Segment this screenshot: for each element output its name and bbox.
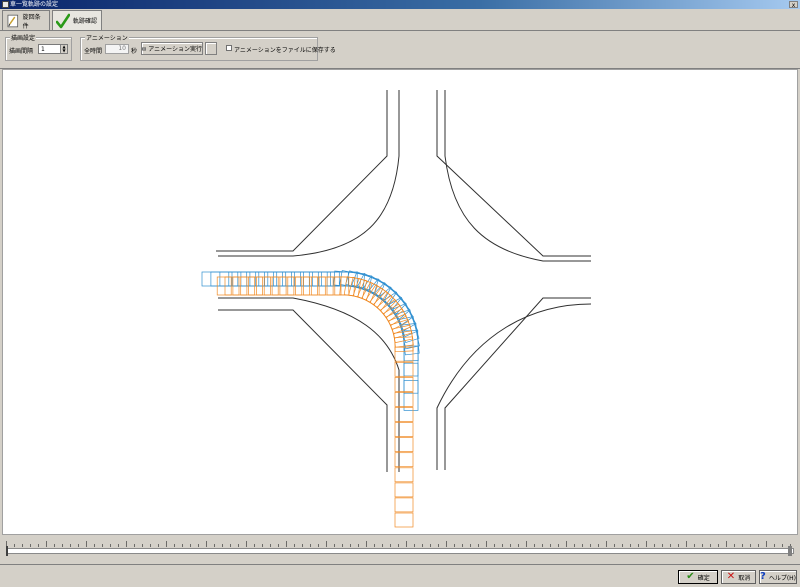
vehicle-footprint <box>237 271 269 287</box>
draw-interval-stepper[interactable]: 1 ▲ ▼ <box>38 44 68 54</box>
run-animation-button[interactable]: アニメーション実行 <box>141 42 203 55</box>
timeline-slider-track[interactable] <box>6 548 794 554</box>
checkmark-icon: ✔ <box>686 571 695 582</box>
tab-bar: 旋回条件 軌跡確認 <box>0 9 800 31</box>
draw-interval-label: 描画間隔 <box>9 48 34 55</box>
road-edge-sw-inner <box>218 297 400 472</box>
vehicle-footprint <box>388 297 417 332</box>
settings-panel: 描画設定 描画間隔 1 ▲ ▼ アニメーション 全時間 10 秒 アニメーション実… <box>0 31 800 69</box>
total-time-unit: 秒 <box>131 48 138 55</box>
road-edge-nw-outer <box>216 90 388 252</box>
intersection-drawing <box>201 90 592 528</box>
draw-settings-group: 描画設定 描画間隔 1 ▲ ▼ <box>5 33 72 61</box>
vehicle-footprint <box>228 271 260 287</box>
road-edge-se-inner <box>436 303 592 470</box>
stop-animation-button[interactable] <box>205 42 217 55</box>
animation-timeline <box>0 536 800 564</box>
vehicle-footprint <box>282 271 313 287</box>
help-label: ヘルプ(H) <box>768 574 797 582</box>
vehicle-footprint <box>403 362 419 394</box>
vehicle-swept-path-blue <box>201 270 420 411</box>
save-animation-label: アニメーションをファイルに保存する <box>234 47 336 54</box>
cross-icon: ✕ <box>726 571 736 582</box>
question-icon: ? <box>760 571 766 582</box>
cancel-label: 取消 <box>738 574 751 582</box>
total-time-field[interactable]: 10 <box>105 44 129 54</box>
draw-interval-value: 1 <box>41 46 45 53</box>
window-title: 車一覧軌跡の設定 <box>10 1 59 8</box>
checkmark-icon <box>56 13 70 28</box>
total-time-label: 全時間 <box>84 48 103 55</box>
vehicle-footprint <box>291 271 322 287</box>
app-icon <box>2 1 9 8</box>
tab-turning-conditions[interactable]: 旋回条件 <box>2 10 50 30</box>
dialog-footer: ✔ 確定 ✕ 取消 ? ヘルプ(H) <box>0 564 800 587</box>
vehicle-footprint <box>394 482 414 498</box>
road-edge-se-outer <box>444 297 591 470</box>
trajectory-canvas[interactable] <box>2 69 798 535</box>
road-edge-ne-outer <box>436 90 591 257</box>
help-button[interactable]: ? ヘルプ(H) <box>759 570 797 584</box>
spin-arrows-icon[interactable]: ▲ ▼ <box>60 45 67 53</box>
confirm-button[interactable]: ✔ 確定 <box>678 570 718 584</box>
vehicle-footprint <box>394 422 414 437</box>
vehicle-footprint <box>394 452 414 468</box>
vehicle-footprint <box>394 437 414 452</box>
film-icon <box>142 47 147 50</box>
animation-title: アニメーション <box>85 33 129 42</box>
tab-label: 旋回条件 <box>22 13 41 30</box>
run-animation-label: アニメーション実行 <box>148 46 202 53</box>
vehicle-footprint <box>403 380 419 411</box>
title-bar: 車一覧軌跡の設定 x <box>0 0 800 9</box>
timeline-slider-thumb[interactable] <box>6 546 8 556</box>
confirm-label: 確定 <box>697 574 710 582</box>
timeline-ruler <box>6 541 791 547</box>
timeline-slider-end <box>788 546 792 556</box>
close-button[interactable]: x <box>789 1 798 9</box>
vehicle-footprint <box>394 497 414 513</box>
vehicle-footprint <box>394 512 414 528</box>
document-icon <box>7 14 19 27</box>
road-edge-ne-inner <box>444 90 591 262</box>
vehicle-footprint <box>300 271 331 287</box>
vehicle-footprint <box>394 467 414 483</box>
draw-settings-title: 描画設定 <box>10 33 37 42</box>
tab-trajectory-check[interactable]: 軌跡確認 <box>52 10 102 30</box>
cancel-button[interactable]: ✕ 取消 <box>721 570 756 584</box>
road-edge-sw-outer <box>218 309 388 472</box>
animation-group: アニメーション 全時間 10 秒 アニメーション実行 アニメーションをファイルに… <box>80 33 336 61</box>
vehicle-footprint <box>210 271 242 287</box>
tab-label: 軌跡確認 <box>73 18 98 25</box>
vehicle-footprint <box>219 271 251 287</box>
save-animation-checkbox[interactable] <box>226 45 232 51</box>
road-edge-nw-inner <box>218 90 400 257</box>
